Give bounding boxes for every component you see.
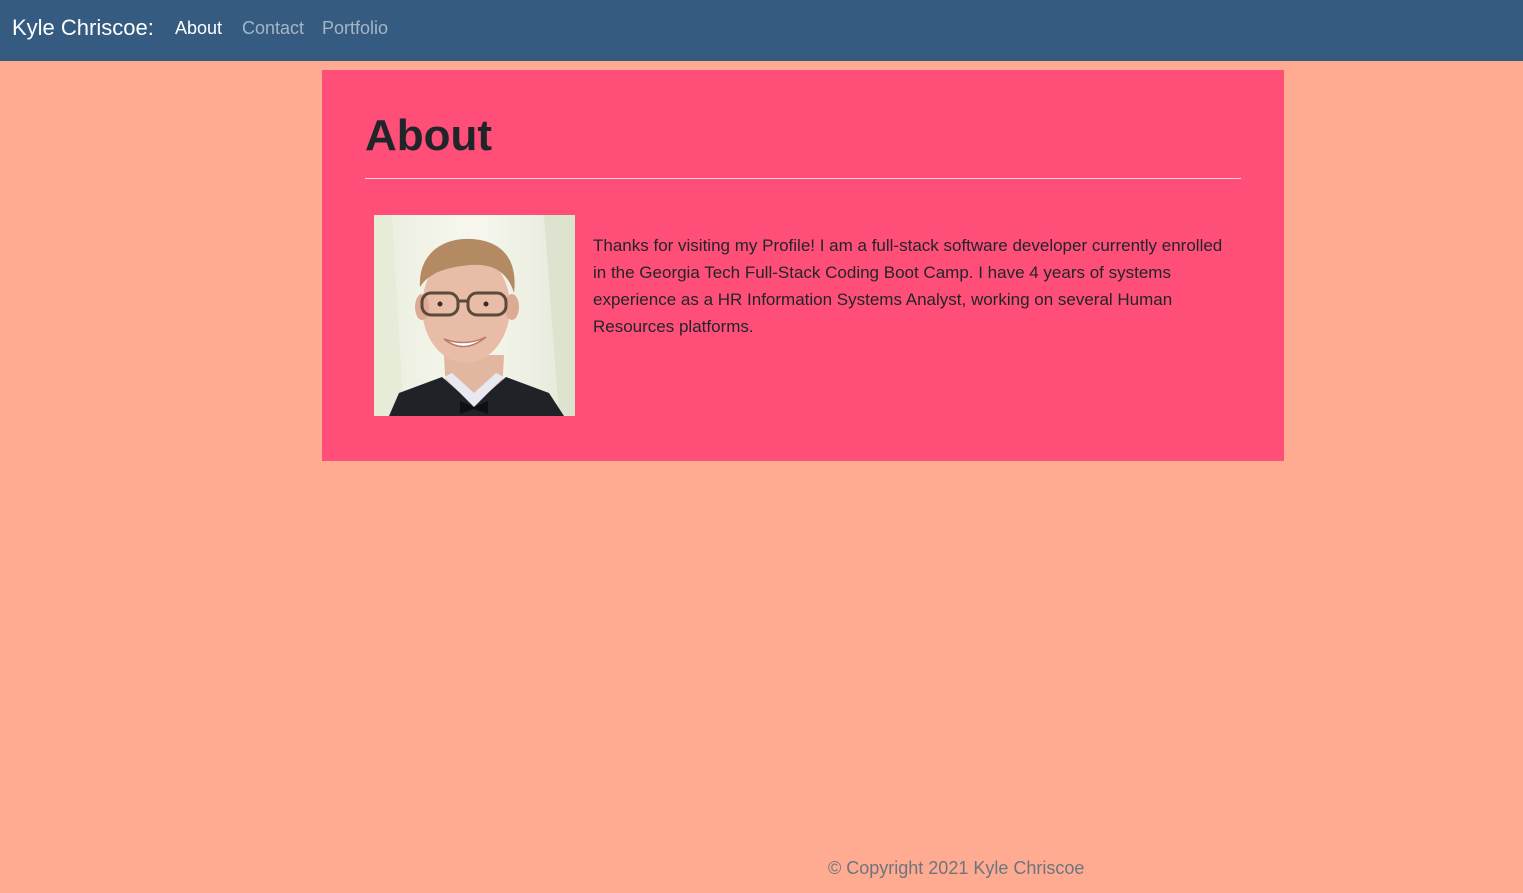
profile-photo bbox=[374, 215, 575, 416]
nav-link-contact[interactable]: Contact bbox=[242, 18, 304, 39]
page-title: About bbox=[365, 111, 493, 160]
navbar-brand[interactable]: Kyle Chriscoe: bbox=[12, 15, 154, 41]
about-bio: Thanks for visiting my Profile! I am a f… bbox=[593, 236, 1223, 336]
top-navbar: Kyle Chriscoe: About Contact Portfolio bbox=[0, 0, 1523, 61]
nav-link-portfolio[interactable]: Portfolio bbox=[322, 18, 388, 39]
nav-link-about[interactable]: About bbox=[175, 18, 222, 39]
title-divider bbox=[365, 178, 1241, 179]
footer-copyright: © Copyright 2021 Kyle Chriscoe bbox=[828, 858, 1085, 878]
about-card: About Thanks for visiting my Profile! I … bbox=[322, 70, 1284, 461]
